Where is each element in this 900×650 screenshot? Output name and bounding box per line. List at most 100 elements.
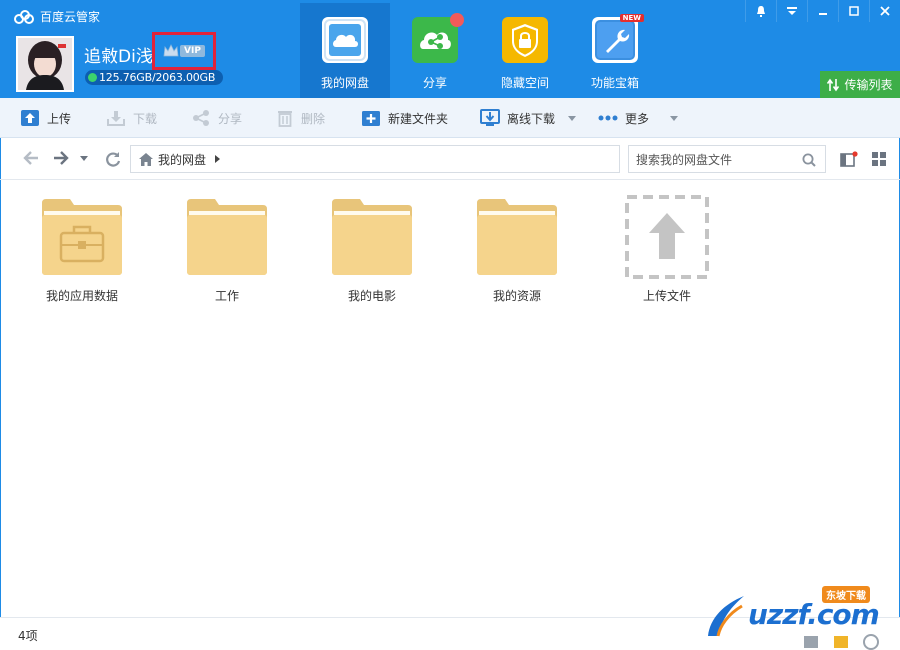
- more-label: 更多: [625, 111, 650, 126]
- search-icon[interactable]: [802, 153, 816, 167]
- share-icon: [412, 13, 464, 63]
- transfer-list-button[interactable]: 传输列表: [820, 71, 900, 98]
- arrow-right-icon: [54, 151, 69, 165]
- chevron-down-icon: [80, 156, 88, 161]
- grid-view-button[interactable]: [871, 151, 887, 170]
- folder-icon: [332, 199, 412, 275]
- new-folder-label: 新建文件夹: [388, 111, 449, 126]
- folder-item-app-data[interactable]: 我的应用数据: [22, 199, 142, 304]
- layout-icon: [840, 151, 858, 167]
- upload-button[interactable]: 上传: [20, 98, 71, 138]
- upload-label: 上传: [47, 111, 72, 126]
- watermark-swoosh-icon: [708, 596, 744, 637]
- refresh-icon: [106, 152, 121, 167]
- item-label: 我的应用数据: [45, 289, 118, 303]
- download-button[interactable]: 下载: [106, 98, 157, 138]
- transfer-icon: [827, 78, 840, 91]
- minimize-button[interactable]: [807, 0, 838, 22]
- storage-quota-text: 125.76GB/2063.00GB: [99, 71, 216, 84]
- item-label: 工作: [214, 289, 239, 303]
- watermark-tag: 东坡下载: [822, 586, 870, 603]
- bell-icon: [757, 5, 765, 17]
- home-icon: [139, 152, 153, 166]
- new-folder-button[interactable]: 新建文件夹: [361, 98, 448, 138]
- arrow-left-icon: [23, 151, 38, 165]
- vip-badge[interactable]: VIP: [163, 44, 205, 58]
- chevron-right-icon[interactable]: [215, 155, 221, 163]
- quota-status-dot: [88, 73, 97, 82]
- offline-download-button[interactable]: 离线下载: [480, 98, 577, 138]
- tab-hidden-space[interactable]: 隐藏空间: [480, 3, 570, 98]
- offline-download-label: 离线下载: [507, 111, 556, 126]
- menu-dropdown-icon: [787, 6, 797, 15]
- tab-share[interactable]: 分享: [390, 3, 480, 98]
- tab-my-disk[interactable]: 我的网盘: [300, 3, 390, 98]
- folder-icon: [477, 199, 557, 275]
- upload-arrow-icon: [625, 195, 709, 279]
- maximize-button[interactable]: [838, 0, 869, 22]
- address-row: 我的网盘 搜索我的网盘文件: [0, 138, 900, 180]
- app-folder-icon: [42, 199, 122, 275]
- app-title-bar: 百度云管家: [14, 8, 100, 25]
- storage-quota-bar: 125.76GB/2063.00GB: [85, 70, 223, 85]
- item-label: 我的资源: [492, 289, 541, 303]
- search-placeholder: 搜索我的网盘文件: [636, 152, 733, 167]
- tab-my-disk-label: 我的网盘: [320, 76, 369, 90]
- avatar[interactable]: [16, 36, 74, 92]
- folder-item-resources[interactable]: 我的资源: [457, 199, 577, 304]
- folder-item-movies[interactable]: 我的电影: [312, 199, 432, 304]
- share-toolbar-button[interactable]: 分享: [191, 98, 242, 138]
- wrench-icon: NEW: [592, 14, 644, 63]
- watermark: uzzf.com 东坡下载: [704, 586, 894, 650]
- grid-icon: [872, 152, 886, 166]
- baidu-cloud-logo-icon: [14, 9, 34, 24]
- back-button[interactable]: [22, 150, 40, 166]
- search-input[interactable]: 搜索我的网盘文件: [628, 145, 826, 173]
- download-label: 下载: [133, 111, 158, 126]
- close-icon: [880, 6, 890, 16]
- menu-button[interactable]: [776, 0, 807, 22]
- breadcrumb-root[interactable]: 我的网盘: [158, 151, 206, 168]
- app-title: 百度云管家: [40, 10, 101, 24]
- more-dots-icon: [598, 115, 618, 121]
- chevron-down-icon[interactable]: [670, 115, 679, 121]
- watermark-icons: [804, 634, 879, 650]
- close-button[interactable]: [869, 0, 900, 22]
- transfer-list-label: 传输列表: [844, 78, 893, 92]
- breadcrumb[interactable]: 我的网盘: [130, 145, 620, 173]
- item-label: 我的电影: [347, 289, 396, 303]
- forward-button[interactable]: [52, 150, 70, 166]
- more-button[interactable]: 更多: [598, 98, 679, 138]
- vip-label: VIP: [180, 45, 205, 57]
- new-badge: NEW: [619, 14, 644, 22]
- username[interactable]: 追敹Di浅: [84, 42, 153, 67]
- folder-item-work[interactable]: 工作: [167, 199, 287, 304]
- upload-icon: [21, 110, 39, 126]
- offline-download-icon: [480, 109, 500, 126]
- delete-button[interactable]: 删除: [276, 98, 325, 138]
- share-notification-dot: [450, 13, 464, 27]
- tab-share-label: 分享: [422, 76, 447, 90]
- upload-file-tile[interactable]: 上传文件: [607, 195, 727, 304]
- notification-button[interactable]: [745, 0, 776, 22]
- share-toolbar-icon: [193, 110, 209, 126]
- app-header: 百度云管家 追敹Di浅 VIP 125.76GB/2063.00GB 我的网盘 …: [0, 0, 900, 98]
- new-folder-icon: [362, 111, 380, 126]
- tab-toolbox[interactable]: NEW 功能宝箱: [570, 3, 660, 98]
- refresh-button[interactable]: [104, 150, 122, 168]
- maximize-icon: [849, 6, 859, 16]
- chevron-down-icon[interactable]: [568, 115, 577, 121]
- sort-view-button[interactable]: [840, 151, 858, 170]
- lock-icon: [502, 17, 548, 63]
- status-bar: 4项 uzzf.com 东坡下载: [0, 586, 900, 650]
- history-dropdown[interactable]: [80, 156, 88, 162]
- item-label: 上传文件: [642, 289, 691, 303]
- window-controls: [745, 0, 900, 22]
- download-icon: [107, 111, 125, 126]
- folder-icon: [187, 199, 267, 275]
- cloud-icon: [322, 17, 368, 63]
- toolbar: 上传 下载 分享 删除 新建文件夹 离线下载 更多: [0, 98, 900, 138]
- vip-highlight-box: VIP: [152, 32, 216, 70]
- tab-hidden-space-label: 隐藏空间: [500, 76, 549, 90]
- file-grid: 我的应用数据 工作 我的电影 我的资源 上传文件: [0, 181, 900, 617]
